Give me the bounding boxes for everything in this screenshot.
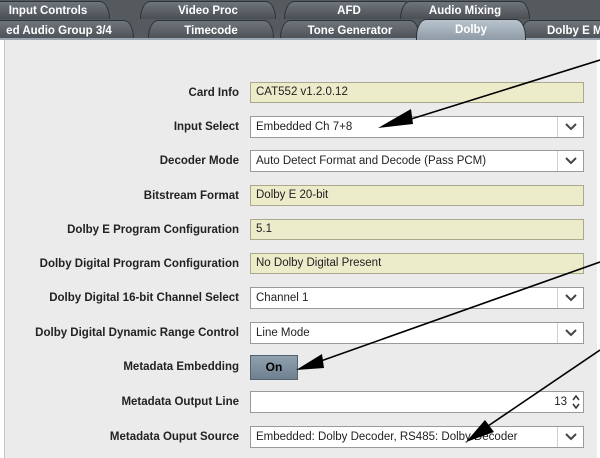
dolby-e-program-config-label: Dolby E Program Configuration — [67, 224, 239, 236]
dd-channel-select-label: Dolby Digital 16-bit Channel Select — [49, 292, 239, 304]
tab-tone-generator[interactable]: Tone Generator — [280, 20, 420, 40]
metadata-output-line-value: 13 — [554, 396, 567, 408]
dd-drc-value: Line Mode — [256, 327, 310, 339]
chevron-down-icon[interactable] — [557, 151, 583, 171]
card-info-field: CAT552 v1.2.0.12 — [250, 82, 584, 103]
dolby-e-program-config-field: 5.1 — [250, 219, 584, 240]
chevron-down-icon[interactable] — [557, 427, 583, 447]
input-select-value: Embedded Ch 7+8 — [256, 121, 353, 133]
tab-dolby[interactable]: Dolby — [416, 19, 526, 40]
dolby-digital-program-config-field: No Dolby Digital Present — [250, 253, 584, 274]
dd-channel-select-dropdown[interactable]: Channel 1 — [250, 287, 584, 309]
tab-timecode[interactable]: Timecode — [148, 20, 274, 40]
metadata-output-line-label: Metadata Output Line — [121, 396, 239, 408]
tab-bar: Input Controls Video Proc AFD Audio Mixi… — [0, 0, 600, 40]
tab-input-controls[interactable]: Input Controls — [0, 1, 110, 19]
metadata-output-source-value: Embedded: Dolby Decoder, RS485: Dolby De… — [256, 431, 518, 443]
tab-audio-mixing[interactable]: Audio Mixing — [400, 1, 530, 19]
decoder-mode-dropdown[interactable]: Auto Detect Format and Decode (Pass PCM) — [250, 150, 584, 172]
card-info-label: Card Info — [188, 87, 239, 99]
metadata-output-source-label: Metadata Ouput Source — [109, 431, 239, 443]
chevron-down-icon[interactable] — [557, 117, 583, 137]
spinner-arrows-icon[interactable] — [571, 394, 581, 410]
input-select-dropdown[interactable]: Embedded Ch 7+8 — [250, 116, 584, 138]
metadata-embedding-label: Metadata Embedding — [123, 361, 239, 373]
tab-embedded-audio-group-3-4[interactable]: ed Audio Group 3/4 — [0, 20, 134, 40]
chevron-down-icon[interactable] — [557, 323, 583, 343]
metadata-embedding-toggle[interactable]: On — [250, 355, 298, 380]
metadata-output-line-input[interactable]: 13 — [250, 391, 584, 413]
tab-afd[interactable]: AFD — [284, 1, 414, 19]
tab-dolby-e-metadata[interactable]: Dolby E M — [520, 20, 600, 40]
decoder-mode-label: Decoder Mode — [159, 155, 239, 167]
dd-drc-dropdown[interactable]: Line Mode — [250, 322, 584, 344]
decoder-mode-value: Auto Detect Format and Decode (Pass PCM) — [256, 155, 487, 167]
dolby-settings-panel: Card Info CAT552 v1.2.0.12 Input Select … — [4, 40, 597, 458]
metadata-output-source-dropdown[interactable]: Embedded: Dolby Decoder, RS485: Dolby De… — [250, 426, 584, 448]
input-select-label: Input Select — [173, 121, 239, 133]
bitstream-format-label: Bitstream Format — [143, 190, 239, 202]
dd-drc-label: Dolby Digital Dynamic Range Control — [35, 327, 239, 339]
dolby-digital-program-config-label: Dolby Digital Program Configuration — [39, 258, 239, 270]
chevron-down-icon[interactable] — [557, 288, 583, 308]
tab-video-proc[interactable]: Video Proc — [140, 1, 276, 19]
dd-channel-select-value: Channel 1 — [256, 292, 309, 304]
bitstream-format-field: Dolby E 20-bit — [250, 185, 584, 206]
